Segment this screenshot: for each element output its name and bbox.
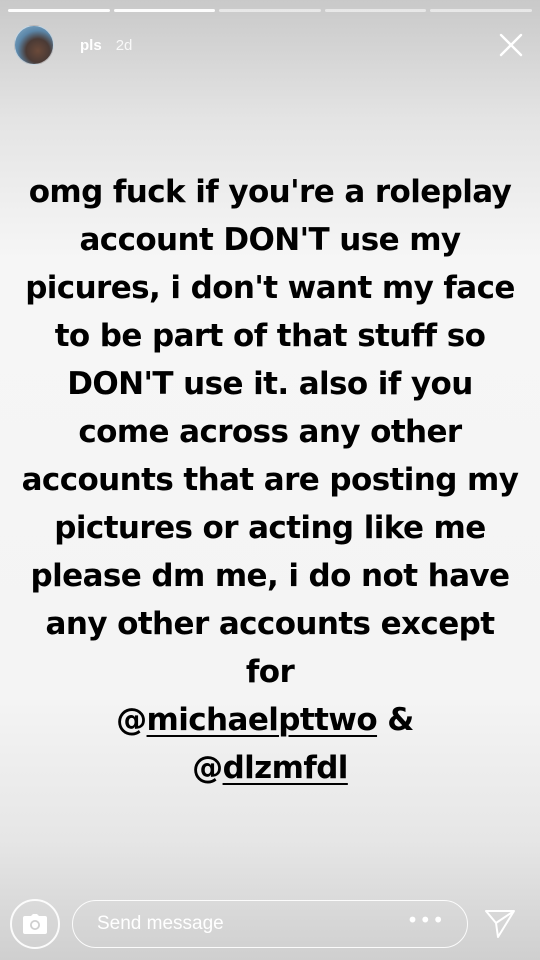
progress-segment	[324, 9, 427, 12]
progress-segment	[430, 9, 532, 12]
mention-prefix: @	[116, 702, 147, 738]
progress-segment	[8, 9, 110, 12]
mention-link-michaelpttwo[interactable]: michaelpttwo	[147, 702, 378, 738]
send-icon	[485, 910, 515, 938]
avatar[interactable]	[14, 25, 54, 65]
post-time: 2d	[115, 36, 133, 54]
story-body-text: omg fuck if you're a roleplay account DO…	[21, 174, 519, 690]
progress-segment	[113, 9, 216, 12]
story-text: omg fuck if you're a roleplay account DO…	[20, 168, 520, 792]
more-options-icon[interactable]: •••	[407, 910, 445, 930]
story-progress-bar	[8, 9, 532, 12]
send-button[interactable]	[478, 902, 522, 946]
camera-button[interactable]	[10, 899, 60, 949]
camera-icon	[23, 914, 47, 934]
message-placeholder: Send message	[97, 913, 224, 934]
progress-segment	[219, 9, 321, 12]
mention-separator: &	[377, 702, 424, 738]
mention-link-dlzmfdl[interactable]: dlzmfdl	[223, 750, 349, 786]
username[interactable]: pls	[80, 37, 102, 54]
story-header: pls 2d	[14, 24, 530, 66]
send-message-input[interactable]: Send message •••	[72, 900, 468, 948]
reply-bar: Send message •••	[10, 898, 530, 950]
mention-prefix: @	[192, 750, 223, 786]
close-icon[interactable]	[496, 30, 526, 60]
